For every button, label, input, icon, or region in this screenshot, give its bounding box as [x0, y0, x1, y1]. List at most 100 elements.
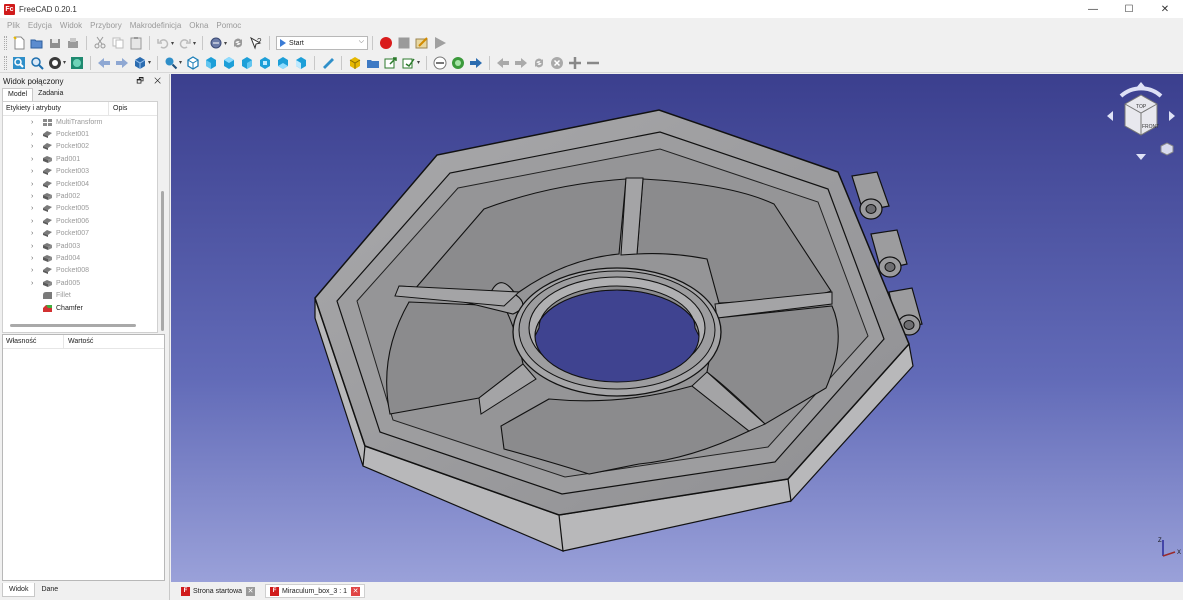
undo-dropdown-icon[interactable]: ▾ [171, 40, 174, 47]
front-view-icon[interactable] [202, 54, 219, 71]
menu-przybory[interactable]: Przybory [86, 21, 126, 30]
web-refresh-icon[interactable] [530, 54, 547, 71]
fit-selection-icon[interactable] [28, 54, 45, 71]
save-as-icon[interactable] [64, 35, 81, 52]
left-view-icon[interactable] [292, 54, 309, 71]
tree-item[interactable]: › Pad003 [3, 240, 157, 252]
close-tab-icon[interactable]: ✕ [246, 586, 256, 596]
chevron-right-icon[interactable]: › [31, 168, 39, 175]
open-folder-icon[interactable] [28, 35, 45, 52]
chevron-right-icon[interactable]: › [31, 156, 39, 163]
workbench-refresh-icon[interactable] [207, 35, 224, 52]
std-views-dropdown-icon[interactable]: ▾ [148, 59, 151, 66]
isometric-view-icon[interactable] [184, 54, 201, 71]
macro-stop-icon[interactable] [395, 35, 412, 52]
tab-dane[interactable]: Dane [35, 583, 64, 597]
tree-item[interactable]: › Pocket007 [3, 228, 157, 240]
chevron-right-icon[interactable]: › [31, 181, 39, 188]
macro-select[interactable]: Start ⌵ [276, 36, 369, 50]
web-back-icon[interactable] [494, 54, 511, 71]
chevron-right-icon[interactable]: › [31, 243, 39, 250]
tree-col-description[interactable]: Opis [109, 105, 127, 112]
minimize-button[interactable]: — [1075, 0, 1111, 18]
web-close-icon[interactable] [548, 54, 565, 71]
menu-edycja[interactable]: Edycja [24, 21, 56, 30]
toolbar-grip[interactable] [4, 36, 7, 50]
top-view-icon[interactable] [220, 54, 237, 71]
menu-widok[interactable]: Widok [56, 21, 86, 30]
chevron-right-icon[interactable]: › [31, 205, 39, 212]
macro-play-icon[interactable] [431, 35, 448, 52]
tree-item[interactable]: › Pad005 [3, 277, 157, 289]
link-dropdown-icon[interactable]: ▾ [417, 59, 420, 66]
chevron-right-icon[interactable]: › [31, 218, 39, 225]
link-actions-icon[interactable] [400, 54, 417, 71]
zoom-out-icon[interactable] [584, 54, 601, 71]
bottom-view-icon[interactable] [274, 54, 291, 71]
scroll-thumb[interactable] [161, 191, 164, 331]
tab-model[interactable]: Model [2, 88, 34, 101]
cut-icon[interactable] [91, 35, 108, 52]
maximize-button[interactable]: ☐ [1111, 0, 1147, 18]
menu-plik[interactable]: Plik [3, 21, 24, 30]
zoom-icon[interactable] [162, 54, 179, 71]
tree-item[interactable]: Fillet [3, 289, 157, 301]
tab-zadania[interactable]: Zadania [33, 88, 68, 101]
tab-document[interactable]: F Miraculum_box_3 : 1 ✕ [265, 584, 366, 598]
zoom-dropdown-icon[interactable]: ▾ [179, 59, 182, 66]
3d-viewport[interactable]: TOP FRONT Z X [171, 74, 1183, 582]
menu-pomoc[interactable]: Pomoc [212, 21, 245, 30]
chevron-right-icon[interactable]: › [31, 119, 39, 126]
std-views-icon[interactable] [131, 54, 148, 71]
tree-item[interactable]: › Pocket004 [3, 178, 157, 190]
menu-okna[interactable]: Okna [185, 21, 212, 30]
tree-item[interactable]: › Pocket002 [3, 141, 157, 153]
right-view-icon[interactable] [238, 54, 255, 71]
web-next-icon[interactable] [512, 54, 529, 71]
chevron-right-icon[interactable]: › [31, 230, 39, 237]
tree-item[interactable]: › Pad001 [3, 153, 157, 165]
navigation-cube[interactable]: TOP FRONT [1101, 76, 1181, 166]
fit-all-icon[interactable] [10, 54, 27, 71]
navcube-menu-icon[interactable] [1160, 142, 1174, 156]
measure-distance-icon[interactable] [319, 54, 336, 71]
prop-col-property[interactable]: Własność [3, 334, 64, 349]
whats-this-icon[interactable]: ? [247, 35, 264, 52]
draw-style-dropdown-icon[interactable]: ▾ [63, 59, 66, 66]
tree-item[interactable]: › Pad002 [3, 190, 157, 202]
panel-float-close-buttons[interactable]: 🗗 ✕ [136, 75, 165, 89]
new-file-icon[interactable] [10, 35, 27, 52]
menu-makrodefinicja[interactable]: Makrodefinicja [126, 21, 186, 30]
chevron-right-icon[interactable]: › [31, 131, 39, 138]
web-stop-icon[interactable] [431, 54, 448, 71]
tab-start-page[interactable]: F Strona startowa ✕ [177, 584, 259, 598]
redo-icon[interactable] [176, 35, 193, 52]
workbench-dropdown-icon[interactable]: ▾ [224, 40, 227, 47]
make-link-icon[interactable] [382, 54, 399, 71]
save-icon[interactable] [46, 35, 63, 52]
chevron-right-icon[interactable]: › [31, 143, 39, 150]
toolbar-grip[interactable] [4, 55, 7, 70]
chevron-right-icon[interactable]: › [31, 280, 39, 287]
chevron-right-icon[interactable]: › [31, 267, 39, 274]
rear-view-icon[interactable] [256, 54, 273, 71]
chevron-right-icon[interactable]: › [31, 255, 39, 262]
tab-widok[interactable]: Widok [2, 583, 36, 597]
zoom-in-icon[interactable] [566, 54, 583, 71]
copy-icon[interactable] [109, 35, 126, 52]
tree-item[interactable]: › MultiTransform [3, 116, 157, 128]
create-part-icon[interactable] [346, 54, 363, 71]
tree-item[interactable]: › Pocket005 [3, 203, 157, 215]
close-tab-icon[interactable]: ✕ [351, 586, 361, 596]
tree-item[interactable]: › Pocket006 [3, 215, 157, 227]
bounding-box-icon[interactable] [68, 54, 85, 71]
view-forward-arrow-icon[interactable] [113, 54, 130, 71]
tree-item[interactable]: › Pocket003 [3, 166, 157, 178]
create-group-icon[interactable] [364, 54, 381, 71]
recompute-icon[interactable] [229, 35, 246, 52]
web-forward-arrow-icon[interactable] [467, 54, 484, 71]
tree-vertical-scrollbar[interactable] [158, 101, 167, 333]
undo-icon[interactable] [154, 35, 171, 52]
chevron-right-icon[interactable]: › [31, 193, 39, 200]
close-button[interactable]: ✕ [1147, 0, 1183, 18]
